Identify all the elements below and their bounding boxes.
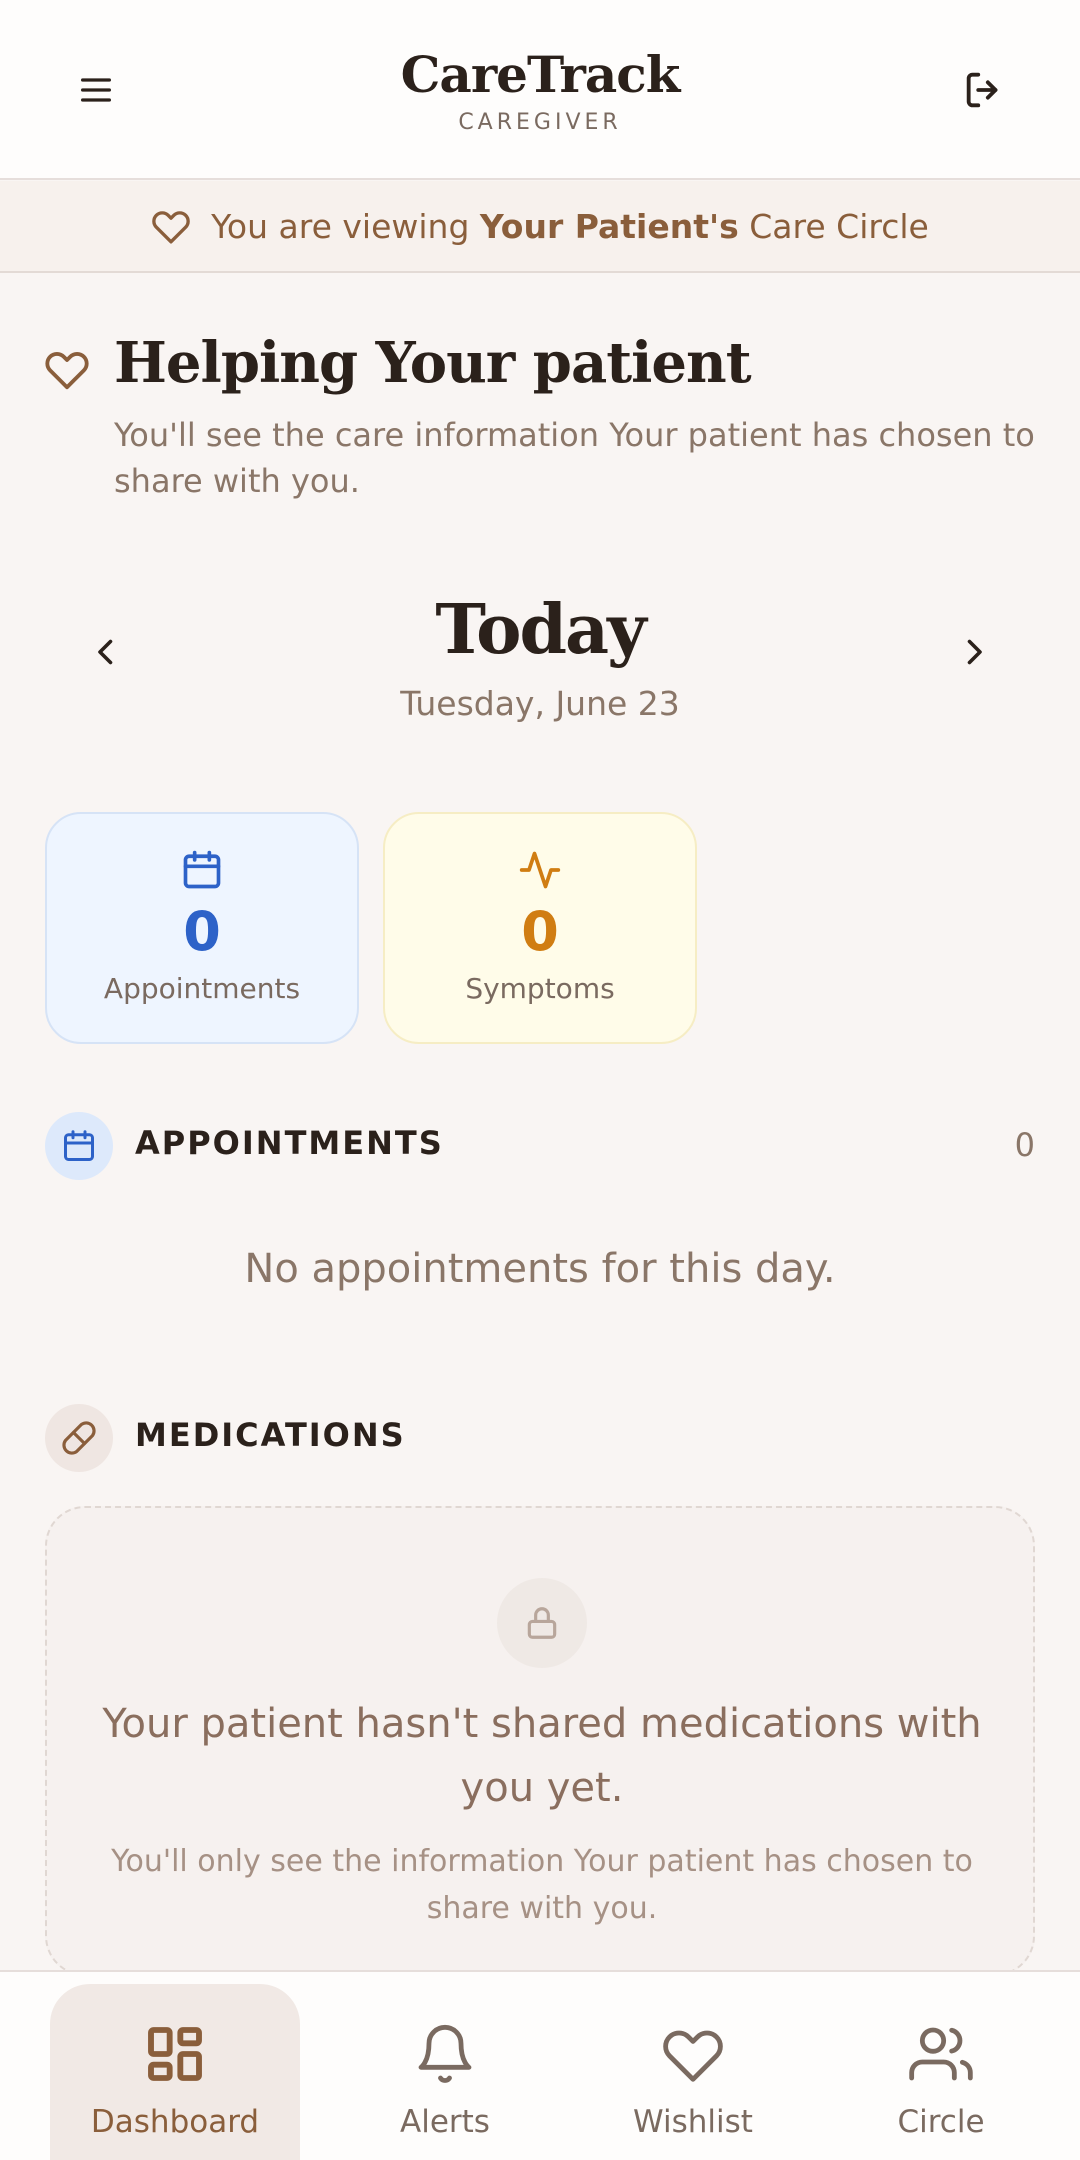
nav-label-dashboard: Dashboard xyxy=(90,2104,260,2140)
day-navigator: Today Tuesday, June 23 xyxy=(0,590,1080,740)
chevron-right-icon xyxy=(967,639,982,665)
banner-prefix: You are viewing xyxy=(211,206,470,246)
heart-icon xyxy=(663,2030,723,2082)
nav-item-alerts[interactable]: Alerts xyxy=(320,1984,570,2160)
app-subtitle: CAREGIVER xyxy=(458,110,622,135)
appointments-count: 0 xyxy=(183,900,221,963)
heart-icon xyxy=(152,211,190,244)
nav-item-circle[interactable]: Circle xyxy=(816,1984,1066,2160)
symptoms-stat-card[interactable]: 0 Symptoms xyxy=(383,812,697,1044)
calendar-icon xyxy=(183,850,221,889)
symptoms-count: 0 xyxy=(521,900,559,963)
day-date: Tuesday, June 23 xyxy=(400,684,680,723)
activity-icon xyxy=(519,851,561,889)
appointments-section-header: APPOINTMENTS 0 xyxy=(45,1112,1035,1180)
medications-section-title: MEDICATIONS xyxy=(135,1416,406,1454)
appointments-label: Appointments xyxy=(103,972,301,1005)
logout-icon xyxy=(966,72,998,108)
appointments-section-count: 0 xyxy=(1014,1126,1035,1164)
symptoms-label: Symptoms xyxy=(465,972,615,1005)
appointments-section-icon xyxy=(45,1112,113,1180)
nav-label-circle: Circle xyxy=(897,2104,985,2140)
nav-label-wishlist: Wishlist xyxy=(633,2104,753,2140)
medications-section-header: MEDICATIONS xyxy=(45,1404,1035,1472)
nav-item-dashboard[interactable]: Dashboard xyxy=(50,1984,300,2160)
bottom-navigation: Dashboard Alerts Wishlist Circle xyxy=(0,1970,1080,2160)
medications-locked-card: Your patient hasn't shared medications w… xyxy=(45,1506,1035,1976)
users-icon xyxy=(909,2027,973,2081)
lock-badge xyxy=(497,1578,587,1668)
appointments-empty-message: No appointments for this day. xyxy=(244,1246,836,1292)
nav-label-alerts: Alerts xyxy=(400,2104,490,2140)
calendar-icon xyxy=(64,1130,94,1161)
brand: CareTrack CAREGIVER xyxy=(0,44,1080,135)
app-header: CareTrack CAREGIVER xyxy=(0,0,1080,180)
pill-icon xyxy=(62,1421,96,1455)
medications-locked-title: Your patient hasn't shared medications w… xyxy=(102,1701,982,1811)
care-circle-banner: You are viewing Your Patient's Care Circ… xyxy=(0,181,1080,273)
page-title: Helping Your patient xyxy=(114,330,752,396)
app-title: CareTrack xyxy=(400,45,681,104)
banner-name: Your Patient's xyxy=(479,206,739,246)
page-description: You'll see the care information Your pat… xyxy=(114,416,1035,500)
day-title: Today xyxy=(435,590,646,670)
logout-button[interactable] xyxy=(944,50,1024,130)
banner-suffix: Care Circle xyxy=(749,206,929,246)
medications-section-icon xyxy=(45,1404,113,1472)
dashboard-icon xyxy=(148,2027,202,2081)
next-day-button[interactable] xyxy=(934,612,1014,692)
bell-icon xyxy=(418,2024,472,2083)
heart-icon xyxy=(45,351,89,390)
appointments-stat-card[interactable]: 0 Appointments xyxy=(45,812,359,1044)
medications-locked-subtitle: You'll only see the information Your pat… xyxy=(111,1844,973,1926)
lock-icon xyxy=(527,1607,557,1639)
banner-text: You are viewing Your Patient's Care Circ… xyxy=(211,207,929,246)
appointments-section-title: APPOINTMENTS xyxy=(135,1124,444,1162)
nav-item-wishlist[interactable]: Wishlist xyxy=(568,1984,818,2160)
